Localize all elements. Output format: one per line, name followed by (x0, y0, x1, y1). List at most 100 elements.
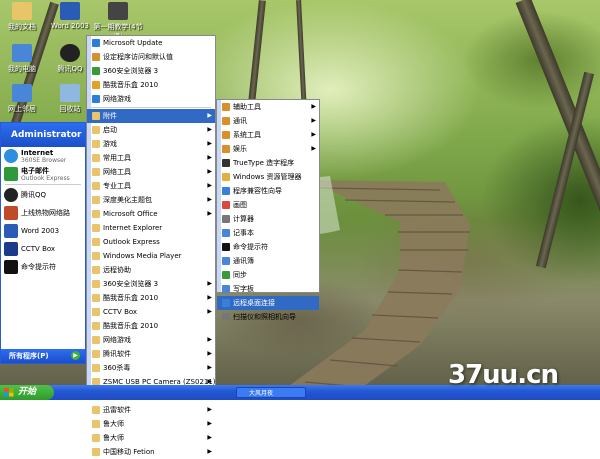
all-programs-button[interactable]: 所有程序(P) (9, 351, 49, 361)
menu-item-label: 360杀毒 (103, 364, 131, 372)
settings-icon (92, 53, 100, 61)
computer-icon (12, 44, 32, 62)
menu-item-label: 写字板 (233, 285, 254, 293)
word-icon (4, 224, 18, 238)
programs-menu-top-item[interactable]: 360安全浏览器 3 (87, 64, 215, 78)
recent-cmd[interactable]: 命令提示符 (1, 258, 85, 276)
accessories-menu-item[interactable]: Windows 资源管理器 (217, 170, 319, 184)
folder-icon (222, 145, 230, 153)
accessories-menu-item[interactable]: 写字板 (217, 282, 319, 296)
recent-word[interactable]: Word 2003 (1, 222, 85, 240)
accessories-menu-item[interactable]: 系统工具 ▶ (217, 128, 319, 142)
program-icon (222, 159, 230, 167)
programs-menu-item[interactable]: Internet Explorer (87, 221, 215, 235)
programs-menu-item[interactable]: 腾讯软件 ▶ (87, 347, 215, 361)
taskbar-item[interactable]: 大风月夜 (236, 387, 306, 398)
programs-menu-item[interactable]: 网络工具 ▶ (87, 165, 215, 179)
submenu-arrow-icon: ▶ (207, 280, 212, 287)
folder-icon (92, 336, 100, 344)
programs-menu-item[interactable]: 深度美化主题包 ▶ (87, 193, 215, 207)
folder-icon (92, 434, 100, 442)
program-icon (222, 313, 230, 321)
accessories-menu-item[interactable]: 计算器 (217, 212, 319, 226)
menu-item-label: Windows 资源管理器 (233, 173, 302, 181)
accessories-menu-item[interactable]: 远程桌面连接 (217, 296, 319, 310)
folder-icon (92, 238, 100, 246)
programs-menu-item[interactable]: 网络游戏 ▶ (87, 333, 215, 347)
programs-menu-top-item[interactable]: Microsoft Update (87, 36, 215, 50)
accessories-menu-item[interactable]: 通讯簿 (217, 254, 319, 268)
program-icon (222, 201, 230, 209)
programs-menu-item[interactable]: 酷我音乐盒 2010 (87, 319, 215, 333)
menu-item-label: 迅雷软件 (103, 406, 131, 414)
submenu-arrow-icon: ▶ (207, 434, 212, 441)
programs-menu-item[interactable]: 中国移动 Fetion ▶ (87, 445, 215, 459)
programs-menu-item[interactable]: 酷我音乐盒 2010 ▶ (87, 291, 215, 305)
submenu-arrow-icon: ▶ (207, 168, 212, 175)
programs-menu-item[interactable]: 迅雷软件 ▶ (87, 403, 215, 417)
recent-game[interactable]: 上线热物网络路 (1, 204, 85, 222)
accessories-menu-item[interactable]: 同步 (217, 268, 319, 282)
menu-item-label: 深度美化主题包 (103, 196, 152, 204)
accessories-menu-item[interactable]: 记事本 (217, 226, 319, 240)
menu-item-label: 设定程序访问和默认值 (103, 53, 173, 61)
menu-item-label: CCTV Box (103, 308, 138, 316)
accessories-menu-item[interactable]: 娱乐 ▶ (217, 142, 319, 156)
program-icon (222, 215, 230, 223)
folder-icon (92, 280, 100, 288)
menu-item-label: 网络工具 (103, 168, 131, 176)
programs-menu-item[interactable]: 游戏 ▶ (87, 137, 215, 151)
start-menu-panel: Administrator Internet 360SE Browser 电子邮件… (0, 122, 86, 364)
programs-menu-item[interactable]: 360杀毒 ▶ (87, 361, 215, 375)
divider (5, 184, 81, 185)
folder-icon (92, 154, 100, 162)
programs-menu-top-item[interactable]: 设定程序访问和默认值 (87, 50, 215, 64)
desktop-icon-my-documents[interactable]: 我的文档 (0, 2, 44, 32)
browser-icon (92, 67, 100, 75)
desktop-icon-word[interactable]: Word 2003 (48, 2, 92, 30)
programs-menu-item[interactable]: 启动 ▶ (87, 123, 215, 137)
programs-menu-item[interactable]: Microsoft Office ▶ (87, 207, 215, 221)
menu-item-label: 酷我音乐盒 2010 (103, 294, 159, 302)
desktop-icon-my-computer[interactable]: 我的电脑 (0, 44, 44, 74)
pinned-email[interactable]: 电子邮件 Outlook Express (1, 165, 85, 183)
desktop-icon-network[interactable]: 网上邻居 (0, 84, 44, 114)
accessories-menu-item[interactable]: 命令提示符 (217, 240, 319, 254)
program-icon (222, 257, 230, 265)
programs-menu-top-item[interactable]: 酷我音乐盒 2010 (87, 78, 215, 92)
accessories-menu-item[interactable]: TrueType 造字程序 (217, 156, 319, 170)
programs-menu-item[interactable]: 常用工具 ▶ (87, 151, 215, 165)
programs-menu: Microsoft Update 设定程序访问和默认值 360安全浏览器 3 酷我音乐… (86, 35, 216, 456)
accessories-menu-item[interactable]: 程序兼容性向导 (217, 184, 319, 198)
programs-menu-item[interactable]: 专业工具 ▶ (87, 179, 215, 193)
program-icon (222, 243, 230, 251)
accessories-menu-item[interactable]: 辅助工具 ▶ (217, 100, 319, 114)
pinned-internet[interactable]: Internet 360SE Browser (1, 147, 85, 165)
programs-menu-item[interactable]: 360安全浏览器 3 ▶ (87, 277, 215, 291)
submenu-arrow-icon: ▶ (207, 448, 212, 455)
programs-menu-item[interactable]: 附件 ▶ (87, 109, 215, 123)
menu-item-label: 酷我音乐盒 2010 (103, 81, 159, 89)
recent-cctv[interactable]: CCTV Box (1, 240, 85, 258)
folder-icon (92, 224, 100, 232)
programs-menu-item[interactable]: Windows Media Player (87, 249, 215, 263)
start-button[interactable]: 开始 (0, 385, 54, 400)
update-icon (92, 39, 100, 47)
recent-qq[interactable]: 腾讯QQ (1, 186, 85, 204)
programs-menu-item[interactable]: 远程协助 (87, 263, 215, 277)
submenu-arrow-icon: ▶ (311, 145, 316, 152)
programs-menu-item[interactable]: 鲁大师 ▶ (87, 417, 215, 431)
accessories-menu-item[interactable]: 扫描仪和照相机向导 (217, 310, 319, 324)
cmd-icon (4, 260, 18, 274)
accessories-menu-item[interactable]: 画图 (217, 198, 319, 212)
programs-menu-item[interactable]: CCTV Box ▶ (87, 305, 215, 319)
menu-item-label: Outlook Express (103, 238, 160, 246)
programs-menu-top-item[interactable]: 网络游戏 (87, 92, 215, 106)
programs-menu-item[interactable]: Outlook Express (87, 235, 215, 249)
media-icon (108, 2, 128, 20)
menu-item-label: 画图 (233, 201, 247, 209)
menu-item-label: 娱乐 (233, 145, 247, 153)
accessories-menu-item[interactable]: 通讯 ▶ (217, 114, 319, 128)
programs-menu-item[interactable]: 鲁大师 ▶ (87, 431, 215, 445)
submenu-arrow-icon: ▶ (207, 364, 212, 371)
